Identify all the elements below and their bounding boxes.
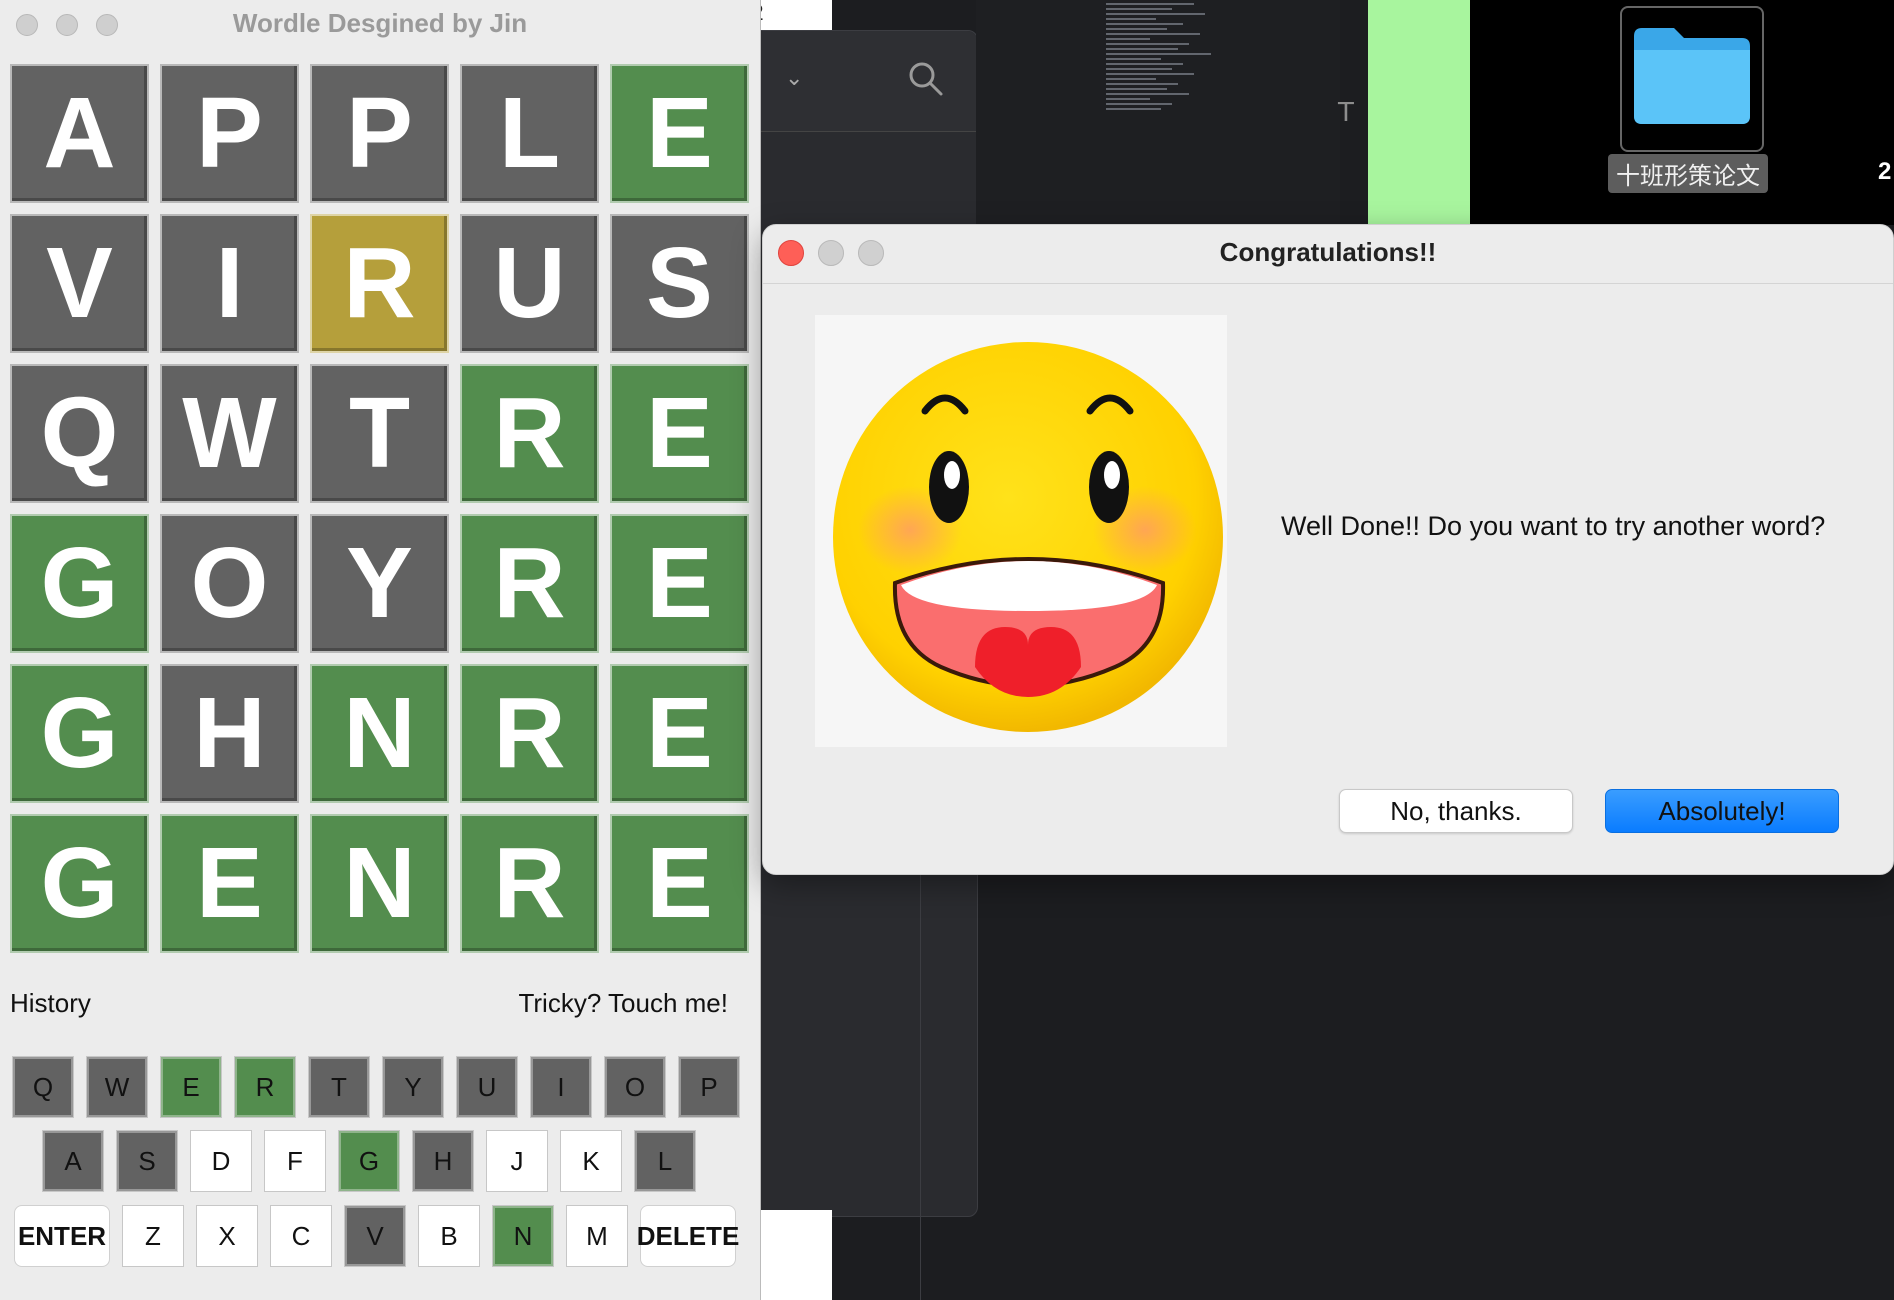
wordle-titlebar: Wordle Desgined by Jin — [0, 0, 760, 50]
letter-tile: T — [310, 364, 449, 503]
history-button[interactable]: History — [10, 988, 91, 1019]
background-code-editor: T — [976, 0, 1354, 225]
letter-tile: I — [160, 214, 299, 353]
delete-key[interactable]: DELETE — [637, 1205, 739, 1267]
letter-tile: E — [610, 514, 749, 653]
key-w[interactable]: W — [86, 1056, 148, 1118]
decline-button[interactable]: No, thanks. — [1339, 789, 1573, 833]
folder-label[interactable]: 十班形策论文 — [1608, 154, 1768, 193]
wordle-window: Wordle Desgined by Jin APPLEVIRUSQWTREGO… — [0, 0, 761, 1300]
dialog-titlebar: Congratulations!! — [763, 225, 1893, 284]
key-g[interactable]: G — [338, 1130, 400, 1192]
letter-tile: Y — [310, 514, 449, 653]
letter-tile: R — [460, 814, 599, 953]
background-panel-header: ⌄ — [741, 31, 977, 132]
key-n[interactable]: N — [492, 1205, 554, 1267]
letter-tile: N — [310, 664, 449, 803]
letter-tile: E — [610, 64, 749, 203]
key-f[interactable]: F — [264, 1130, 326, 1192]
key-o[interactable]: O — [604, 1056, 666, 1118]
key-m[interactable]: M — [566, 1205, 628, 1267]
key-a[interactable]: A — [42, 1130, 104, 1192]
code-lines — [1106, 0, 1216, 170]
letter-tile: S — [610, 214, 749, 353]
letter-tile: Q — [10, 364, 149, 503]
dialog-message: Well Done!! Do you want to try another w… — [1281, 511, 1826, 541]
key-k[interactable]: K — [560, 1130, 622, 1192]
letter-tile: E — [610, 664, 749, 803]
letter-tile: R — [460, 364, 599, 503]
congratulations-dialog: Congratulations!! Well Done!! Do you wan… — [762, 224, 1894, 875]
key-i[interactable]: I — [530, 1056, 592, 1118]
letter-tile: R — [460, 664, 599, 803]
letter-tile: H — [160, 664, 299, 803]
window-title: Wordle Desgined by Jin — [232, 8, 528, 38]
letter-tile: P — [160, 64, 299, 203]
key-l[interactable]: L — [634, 1130, 696, 1192]
letter-tile: O — [160, 514, 299, 653]
smiley-face-icon — [815, 315, 1227, 747]
folder-icon[interactable] — [1620, 6, 1764, 152]
letter-tile: E — [610, 364, 749, 503]
letter-tile: E — [160, 814, 299, 953]
background-green-window — [1368, 0, 1470, 225]
key-z[interactable]: Z — [122, 1205, 184, 1267]
dialog-title: Congratulations!! — [1219, 237, 1437, 267]
letter-tile: A — [10, 64, 149, 203]
key-p[interactable]: P — [678, 1056, 740, 1118]
letter-tile: R — [460, 514, 599, 653]
letter-tile: L — [460, 64, 599, 203]
key-t[interactable]: T — [308, 1056, 370, 1118]
letter-tile: R — [310, 214, 449, 353]
key-v[interactable]: V — [344, 1205, 406, 1267]
letter-tile: G — [10, 664, 149, 803]
letter-tile: E — [610, 814, 749, 953]
letter-tile: V — [10, 214, 149, 353]
letter-tile: P — [310, 64, 449, 203]
key-s[interactable]: S — [116, 1130, 178, 1192]
edge-text: 2 — [1878, 158, 1892, 185]
key-j[interactable]: J — [486, 1130, 548, 1192]
letter-tile: G — [10, 814, 149, 953]
key-e[interactable]: E — [160, 1056, 222, 1118]
accept-button[interactable]: Absolutely! — [1605, 789, 1839, 833]
key-x[interactable]: X — [196, 1205, 258, 1267]
key-d[interactable]: D — [190, 1130, 252, 1192]
key-y[interactable]: Y — [382, 1056, 444, 1118]
chevron-down-icon: ⌄ — [785, 65, 804, 90]
hint-button[interactable]: Tricky? Touch me! — [518, 988, 728, 1019]
letter-tile: G — [10, 514, 149, 653]
key-b[interactable]: B — [418, 1205, 480, 1267]
key-r[interactable]: R — [234, 1056, 296, 1118]
key-q[interactable]: Q — [12, 1056, 74, 1118]
text-cursor-icon: T — [1338, 98, 1354, 128]
key-u[interactable]: U — [456, 1056, 518, 1118]
divider — [920, 873, 921, 1300]
search-icon[interactable] — [906, 59, 946, 99]
key-h[interactable]: H — [412, 1130, 474, 1192]
letter-tile: W — [160, 364, 299, 503]
enter-key[interactable]: ENTER — [14, 1205, 110, 1267]
letter-tile: U — [460, 214, 599, 353]
key-c[interactable]: C — [270, 1205, 332, 1267]
letter-tile: N — [310, 814, 449, 953]
